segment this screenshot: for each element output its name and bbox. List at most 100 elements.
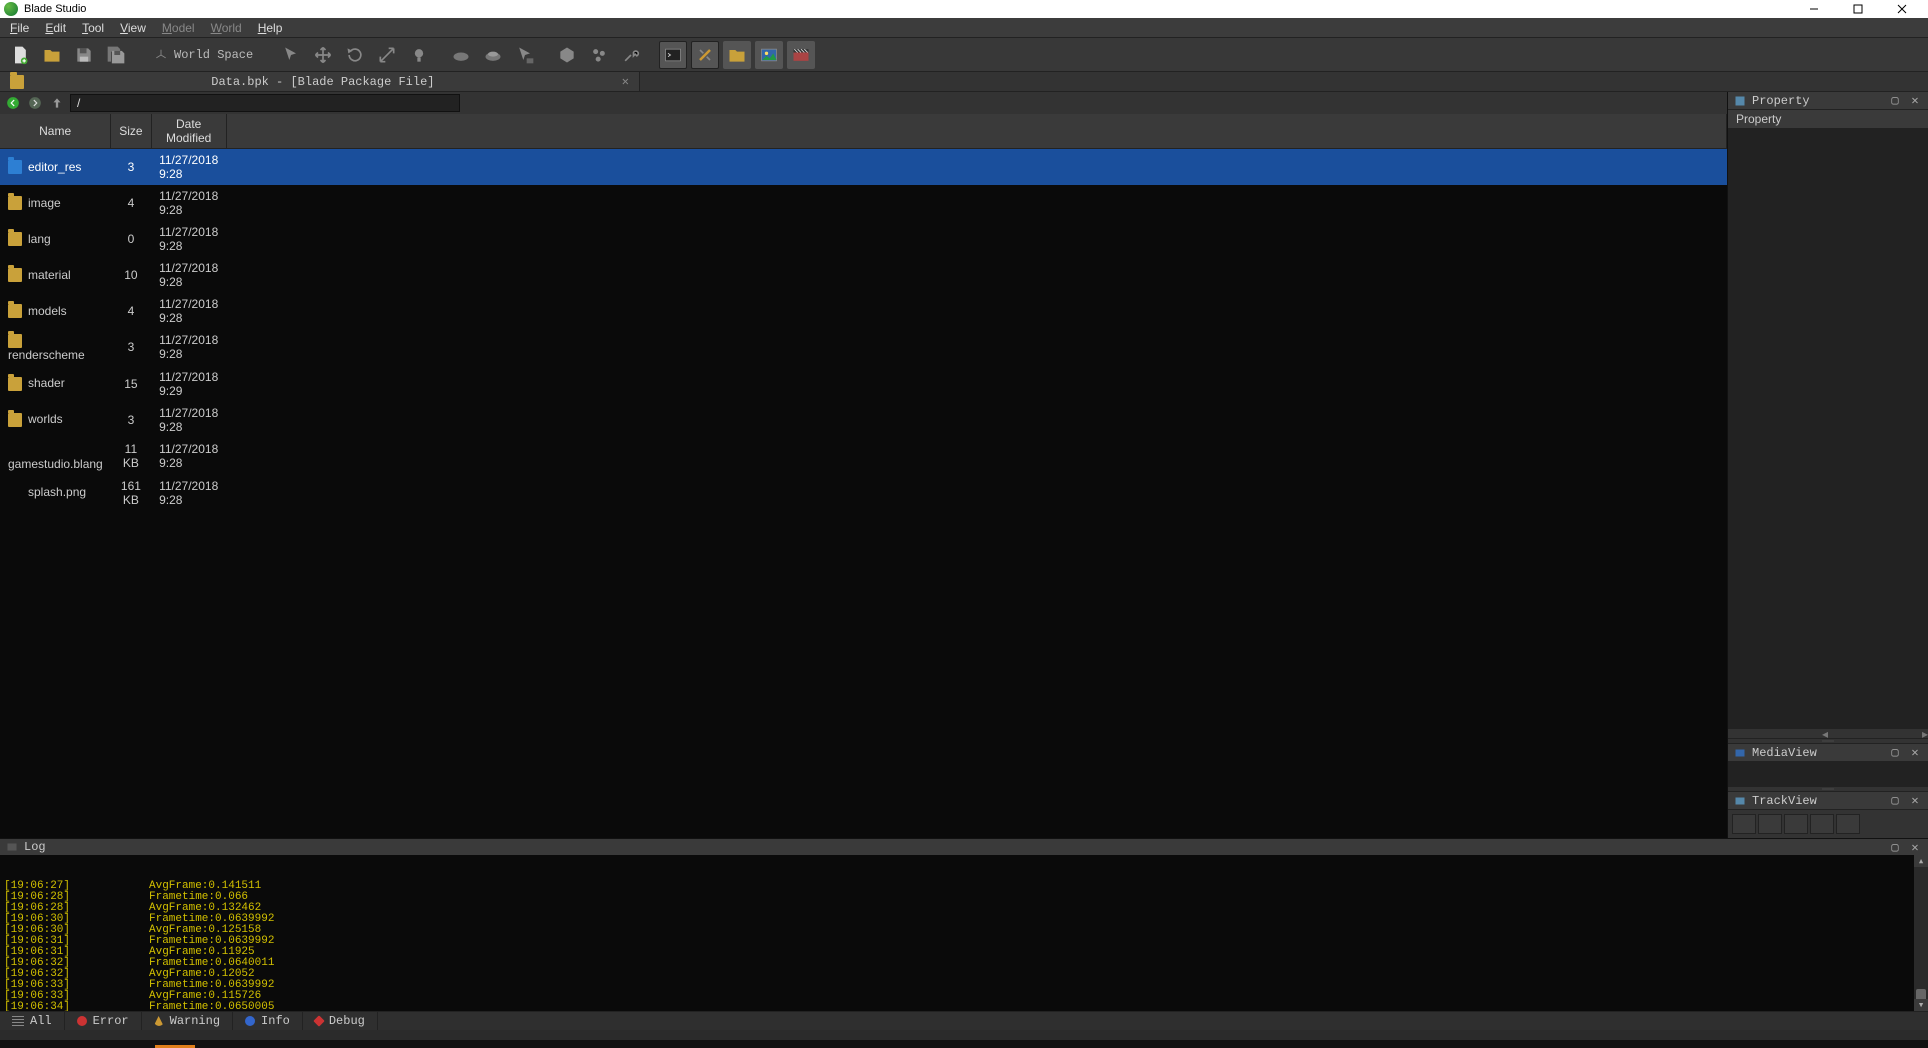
folder-tool-button[interactable]	[723, 41, 751, 69]
dock-close-icon[interactable]: ✕	[1908, 746, 1922, 760]
scale-tool-button[interactable]	[373, 41, 401, 69]
trackview-dock-title[interactable]: TrackView ▢ ✕	[1728, 792, 1928, 810]
track-btn-3[interactable]	[1784, 814, 1808, 834]
image-viewer-button[interactable]	[755, 41, 783, 69]
track-btn-4[interactable]	[1810, 814, 1834, 834]
property-header: Property	[1728, 110, 1928, 129]
scroll-down-icon[interactable]: ▾	[1914, 999, 1928, 1011]
col-name[interactable]: Name	[0, 114, 111, 149]
table-row[interactable]: renderscheme311/27/2018 9:28	[0, 329, 1727, 366]
window-titlebar: Blade Studio	[0, 0, 1928, 18]
nav-up-button[interactable]	[48, 94, 66, 112]
dock-close-icon[interactable]: ✕	[1908, 794, 1922, 808]
table-row[interactable]: shader1511/27/2018 9:29	[0, 366, 1727, 402]
property-title-text: Property	[1752, 94, 1810, 108]
dock-pin-icon[interactable]: ▢	[1888, 94, 1902, 108]
warning-icon	[154, 1016, 164, 1026]
document-tab-active[interactable]: Data.bpk - [Blade Package File] ✕	[0, 72, 640, 91]
nav-forward-button[interactable]	[26, 94, 44, 112]
log-line: [19:06:34]Frametime:0.0650005	[4, 1002, 1924, 1011]
light-button[interactable]	[405, 41, 433, 69]
paint-tool-button[interactable]	[511, 41, 539, 69]
property-header-text: Property	[1736, 112, 1781, 126]
table-row[interactable]: editor_res311/27/2018 9:28	[0, 149, 1727, 186]
log-dock-title[interactable]: Log ▢ ✕	[0, 839, 1928, 855]
mediaview-body	[1728, 762, 1928, 786]
terrain-brush1-button[interactable]	[447, 41, 475, 69]
table-row[interactable]: models411/27/2018 9:28	[0, 293, 1727, 329]
table-row[interactable]: material1011/27/2018 9:28	[0, 257, 1727, 293]
table-row[interactable]: image411/27/2018 9:28	[0, 185, 1727, 221]
table-row[interactable]: splash.png161 KB11/27/2018 9:28	[0, 475, 1727, 511]
minimize-button[interactable]	[1792, 0, 1836, 18]
save-all-button[interactable]	[102, 41, 130, 69]
menu-model: Model	[154, 19, 203, 37]
document-tab-title: Data.bpk - [Blade Package File]	[32, 75, 614, 89]
menu-view[interactable]: View	[112, 19, 154, 37]
menu-edit[interactable]: Edit	[37, 19, 74, 37]
info-icon	[245, 1016, 255, 1026]
table-row[interactable]: worlds311/27/2018 9:28	[0, 402, 1727, 438]
folder-icon	[8, 413, 22, 427]
os-taskbar-sliver	[0, 1040, 1928, 1048]
table-row[interactable]: gamestudio.blang11 KB11/27/2018 9:28	[0, 438, 1727, 475]
dock-close-icon[interactable]: ✕	[1908, 840, 1922, 854]
col-date[interactable]: Date Modified	[151, 114, 226, 149]
folder-icon	[8, 232, 22, 246]
folder-icon	[8, 160, 22, 174]
log-tab-debug[interactable]: Debug	[303, 1012, 378, 1030]
coord-space-display[interactable]: World Space	[144, 48, 263, 62]
particle-button[interactable]	[585, 41, 613, 69]
scroll-up-icon[interactable]: ▴	[1914, 855, 1928, 867]
folder-icon	[8, 334, 22, 348]
tools-button[interactable]	[617, 41, 645, 69]
log-tab-all[interactable]: All	[0, 1012, 65, 1030]
console-button[interactable]	[659, 41, 687, 69]
script-button[interactable]	[691, 41, 719, 69]
path-input[interactable]	[70, 94, 460, 112]
dock-pin-icon[interactable]: ▢	[1888, 840, 1902, 854]
app-icon	[4, 2, 18, 16]
document-tab-close-icon[interactable]: ✕	[622, 74, 629, 89]
log-tab-label: Info	[261, 1014, 290, 1028]
new-file-button[interactable]	[6, 41, 34, 69]
property-dock-title[interactable]: Property ▢ ✕	[1728, 92, 1928, 110]
log-line: [19:06:31]Frametime:0.0639992	[4, 936, 1924, 947]
track-btn-5[interactable]	[1836, 814, 1860, 834]
col-size[interactable]: Size	[111, 114, 151, 149]
menu-help[interactable]: Help	[250, 19, 291, 37]
track-btn-2[interactable]	[1758, 814, 1782, 834]
select-tool-button[interactable]	[277, 41, 305, 69]
menu-tool[interactable]: Tool	[74, 19, 112, 37]
log-line: [19:06:30]Frametime:0.0639992	[4, 914, 1924, 925]
log-title-text: Log	[24, 840, 46, 854]
log-tab-error[interactable]: Error	[65, 1012, 142, 1030]
nav-back-button[interactable]	[4, 94, 22, 112]
rotate-tool-button[interactable]	[341, 41, 369, 69]
close-button[interactable]	[1880, 0, 1924, 18]
table-row[interactable]: lang011/27/2018 9:28	[0, 221, 1727, 257]
list-icon	[12, 1016, 24, 1026]
mediaview-dock-title[interactable]: MediaView ▢ ✕	[1728, 744, 1928, 762]
movie-button[interactable]	[787, 41, 815, 69]
mesh-button[interactable]	[553, 41, 581, 69]
log-tab-warning[interactable]: Warning	[142, 1012, 233, 1030]
log-tab-label: Error	[93, 1014, 129, 1028]
open-file-button[interactable]	[38, 41, 66, 69]
dock-pin-icon[interactable]: ▢	[1888, 794, 1902, 808]
trackview-icon	[1734, 795, 1746, 807]
menu-file[interactable]: File	[2, 19, 37, 37]
move-tool-button[interactable]	[309, 41, 337, 69]
dock-close-icon[interactable]: ✕	[1908, 94, 1922, 108]
file-table: Name Size Date Modified editor_res311/27…	[0, 114, 1727, 511]
save-button[interactable]	[70, 41, 98, 69]
log-scrollbar[interactable]: ▴ ▾	[1914, 855, 1928, 1011]
terrain-brush2-button[interactable]	[479, 41, 507, 69]
folder-icon	[8, 196, 22, 210]
dock-pin-icon[interactable]: ▢	[1888, 746, 1902, 760]
maximize-button[interactable]	[1836, 0, 1880, 18]
log-tabs: All Error Warning Info Debug	[0, 1011, 1928, 1030]
log-tab-info[interactable]: Info	[233, 1012, 303, 1030]
log-line: [19:06:33]AvgFrame:0.115726	[4, 991, 1924, 1002]
track-btn-1[interactable]	[1732, 814, 1756, 834]
